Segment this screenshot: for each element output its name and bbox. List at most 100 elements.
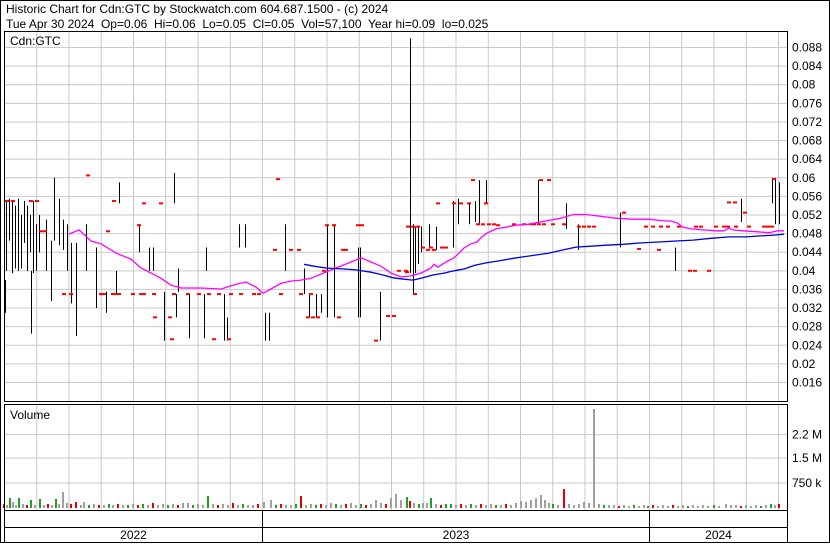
volume-panel-label: Volume bbox=[10, 408, 50, 422]
volume-bar bbox=[375, 500, 377, 508]
close-tick bbox=[360, 224, 364, 227]
volume-bar bbox=[197, 504, 199, 508]
close-tick bbox=[651, 225, 655, 228]
volume-bar bbox=[172, 504, 174, 508]
close-tick bbox=[212, 338, 216, 341]
volume-bar bbox=[6, 505, 8, 508]
close-tick bbox=[257, 293, 261, 296]
volume-bar bbox=[162, 504, 164, 508]
close-tick bbox=[217, 293, 221, 296]
close-tick bbox=[592, 225, 596, 228]
stock-chart-page: Historic Chart for Cdn:GTC by Stockwatch… bbox=[0, 0, 830, 543]
close-tick bbox=[337, 316, 341, 319]
volume-bar bbox=[30, 500, 32, 508]
close-tick bbox=[172, 293, 176, 296]
volume-bar bbox=[51, 505, 53, 508]
volume-bar bbox=[470, 504, 472, 508]
close-tick bbox=[762, 225, 766, 228]
volume-bar bbox=[593, 409, 595, 508]
close-tick bbox=[714, 225, 718, 228]
ma-line-fast bbox=[68, 213, 784, 294]
close-tick bbox=[688, 269, 692, 272]
close-tick bbox=[306, 316, 310, 319]
volume-bar bbox=[340, 505, 342, 508]
volume-bar bbox=[608, 505, 610, 508]
price-axis-label: 0.08 bbox=[792, 78, 816, 92]
volume-bar bbox=[745, 505, 747, 508]
volume-bar bbox=[770, 504, 772, 508]
volume-bar bbox=[713, 505, 715, 508]
volume-bar bbox=[75, 502, 77, 508]
volume-bar bbox=[718, 506, 720, 508]
close-tick bbox=[35, 200, 39, 203]
price-axis-label: 0.06 bbox=[792, 171, 816, 185]
volume-bar bbox=[310, 504, 312, 508]
close-tick bbox=[644, 225, 648, 228]
volume-bar bbox=[137, 505, 139, 508]
volume-bar bbox=[460, 504, 462, 508]
close-tick bbox=[374, 339, 378, 342]
close-tick bbox=[406, 225, 410, 228]
volume-bar bbox=[647, 506, 649, 508]
volume-bar bbox=[132, 504, 134, 508]
price-axis-label: 0.024 bbox=[792, 338, 822, 352]
volume-bar bbox=[638, 506, 640, 508]
volume-bar bbox=[62, 492, 64, 508]
volume-bar bbox=[740, 506, 742, 508]
volume-bar bbox=[207, 496, 209, 508]
close-tick bbox=[421, 246, 425, 249]
volume-bar bbox=[613, 505, 615, 508]
volume-bar bbox=[730, 505, 732, 508]
volume-bar bbox=[422, 503, 424, 508]
volume-bar bbox=[406, 497, 408, 508]
volume-bar bbox=[300, 496, 302, 508]
volume-bar bbox=[152, 503, 154, 508]
close-tick bbox=[582, 225, 586, 228]
close-tick bbox=[693, 269, 697, 272]
volume-bar bbox=[598, 504, 600, 508]
volume-bar bbox=[290, 505, 292, 508]
volume-bar bbox=[667, 506, 669, 508]
volume-bar bbox=[672, 505, 674, 508]
close-tick bbox=[537, 223, 541, 226]
close-tick bbox=[496, 224, 500, 227]
close-tick bbox=[659, 225, 663, 228]
close-tick bbox=[539, 179, 543, 182]
volume-bar bbox=[18, 498, 20, 508]
price-axis-label: 0.068 bbox=[792, 134, 822, 148]
price-axis-label: 0.028 bbox=[792, 320, 822, 334]
volume-bar bbox=[108, 504, 110, 508]
volume-bar bbox=[15, 505, 17, 508]
volume-bar bbox=[112, 505, 114, 508]
close-tick bbox=[297, 248, 301, 251]
volume-bar bbox=[552, 504, 554, 508]
close-tick bbox=[440, 246, 444, 249]
close-tick bbox=[207, 293, 211, 296]
close-tick bbox=[102, 293, 106, 296]
volume-bar bbox=[365, 505, 367, 508]
close-tick bbox=[411, 225, 415, 228]
volume-bar bbox=[475, 505, 477, 508]
close-tick bbox=[416, 225, 420, 228]
price-axis-label: 0.084 bbox=[792, 59, 822, 73]
volume-bar bbox=[765, 505, 767, 508]
price-axis-label: 0.044 bbox=[792, 245, 822, 259]
volume-bar bbox=[465, 505, 467, 508]
volume-bar bbox=[9, 498, 11, 508]
volume-bar bbox=[628, 506, 630, 508]
volume-bar bbox=[588, 503, 590, 508]
volume-bar bbox=[430, 498, 432, 508]
volume-bar bbox=[505, 504, 507, 508]
close-tick bbox=[69, 293, 73, 296]
volume-bar bbox=[697, 506, 699, 508]
volume-bar bbox=[525, 502, 527, 508]
volume-bar bbox=[335, 504, 337, 508]
volume-bar bbox=[370, 504, 372, 508]
volume-bar bbox=[760, 506, 762, 508]
volume-bar bbox=[122, 505, 124, 508]
close-tick bbox=[722, 225, 726, 228]
close-tick bbox=[112, 200, 116, 203]
volume-bar bbox=[355, 505, 357, 508]
volume-bar bbox=[350, 503, 352, 508]
volume-bar bbox=[563, 489, 565, 508]
